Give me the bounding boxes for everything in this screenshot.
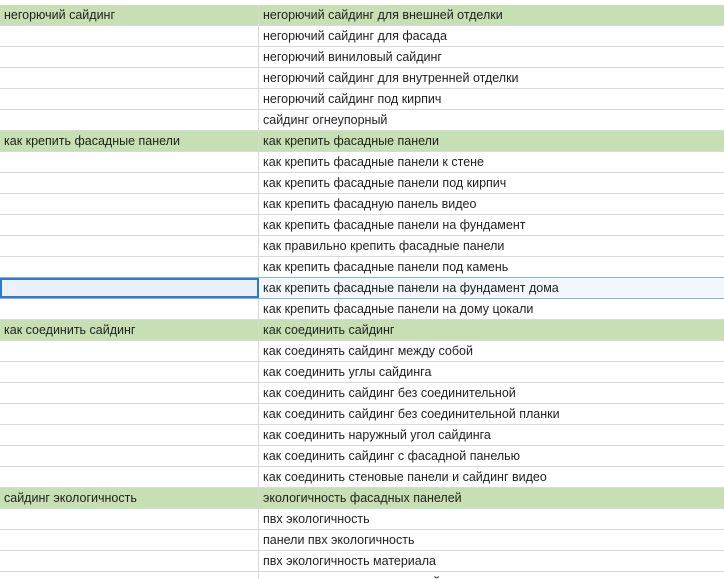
table-row: пвх экологичность	[0, 509, 724, 530]
cell-column-a[interactable]	[0, 257, 259, 277]
table-row: как крепить фасадные панели на фундамент…	[0, 278, 724, 299]
cell-column-a[interactable]	[0, 467, 259, 487]
cell-column-a[interactable]	[0, 362, 259, 382]
cell-column-a[interactable]: как соединить сайдинг	[0, 320, 259, 340]
table-row: как соединить сайдинг без соединительной…	[0, 404, 724, 425]
table-row: как соединить сайдинг без соединительной	[0, 383, 724, 404]
cell-column-a[interactable]	[0, 404, 259, 424]
table-row: как соединить сайдинг с фасадной панелью	[0, 446, 724, 467]
cell-column-a[interactable]	[0, 110, 259, 130]
cell-column-b[interactable]: как соединить стеновые панели и сайдинг …	[259, 467, 724, 487]
table-row: как соединять сайдинг между собой	[0, 341, 724, 362]
cell-column-b[interactable]: негорючий сайдинг для фасада	[259, 26, 724, 46]
table-row: как крепить фасадные панели под камень	[0, 257, 724, 278]
cell-column-b[interactable]: как крепить фасадную панель видео	[259, 194, 724, 214]
spreadsheet-grid[interactable]: негорючий сайдинг негорючий сайдинг для в…	[0, 0, 724, 579]
table-row: негорючий сайдинг для фасада	[0, 26, 724, 47]
cell-column-b[interactable]: как крепить фасадные панели на фундамент…	[259, 278, 724, 298]
cell-column-a[interactable]	[0, 194, 259, 214]
cell-column-b[interactable]: как соединять сайдинг между собой	[259, 341, 724, 361]
cell-column-a[interactable]	[0, 299, 259, 319]
table-row: как крепить фасадные панели на фундамент	[0, 215, 724, 236]
cell-column-a[interactable]	[0, 425, 259, 445]
table-row: как соединить углы сайдинга	[0, 362, 724, 383]
cell-column-a[interactable]	[0, 509, 259, 529]
cell-column-a[interactable]	[0, 215, 259, 235]
cell-column-b[interactable]: пвх экологичность материала	[259, 551, 724, 571]
table-row: панели пвх экологичность	[0, 530, 724, 551]
cell-column-b[interactable]: как крепить фасадные панели	[259, 131, 724, 151]
cell-column-a[interactable]	[0, 551, 259, 571]
cell-column-b[interactable]: как соединить наружный угол сайдинга	[259, 425, 724, 445]
cell-column-a[interactable]	[0, 89, 259, 109]
cell-column-b[interactable]: как соединить сайдинг без соединительной…	[259, 404, 724, 424]
table-row: как соединить стеновые панели и сайдинг …	[0, 467, 724, 488]
cell-column-b[interactable]: как соединить сайдинг без соединительной	[259, 383, 724, 403]
cell-column-a[interactable]: сайдинг экологичность	[0, 488, 259, 508]
table-row: негорючий виниловый сайдинг	[0, 47, 724, 68]
cell-column-b[interactable]: как крепить фасадные панели на фундамент	[259, 215, 724, 235]
cell-column-b[interactable]: как крепить фасадные панели на дому цока…	[259, 299, 724, 319]
cell-column-a[interactable]	[0, 236, 259, 256]
table-row: как крепить фасадные панели под кирпич	[0, 173, 724, 194]
cell-column-a[interactable]	[0, 47, 259, 67]
cell-column-b[interactable]: как крепить фасадные панели под камень	[259, 257, 724, 277]
cell-column-b[interactable]: экологичность фасадных панелей	[259, 488, 724, 508]
selected-cell-column-a[interactable]	[0, 278, 259, 298]
group-header-row: сайдинг экологичность экологичность фасад…	[0, 488, 724, 509]
group-header-row: как соединить сайдинг как соединить сайди…	[0, 320, 724, 341]
cell-column-b[interactable]: как правильно крепить фасадные панели	[259, 236, 724, 256]
table-row: сайдинг огнеупорный	[0, 110, 724, 131]
table-row: как правильно крепить фасадные панели	[0, 236, 724, 257]
cell-column-b[interactable]: негорючий сайдинг под кирпич	[259, 89, 724, 109]
cell-column-b[interactable]: как соединить углы сайдинга	[259, 362, 724, 382]
cell-column-b[interactable]: негорючий виниловый сайдинг	[259, 47, 724, 67]
table-row: как крепить фасадные панели к стене	[0, 152, 724, 173]
cell-column-a[interactable]: как крепить фасадные панели	[0, 131, 259, 151]
cell-column-a[interactable]	[0, 341, 259, 361]
table-row: как крепить фасадные панели на дому цока…	[0, 299, 724, 320]
cell-column-b[interactable]: как соединить сайдинг	[259, 320, 724, 340]
cell-column-a[interactable]	[0, 383, 259, 403]
cell-column-a[interactable]	[0, 68, 259, 88]
group-header-row: негорючий сайдинг негорючий сайдинг для в…	[0, 5, 724, 26]
table-row: пвх экологичность материала	[0, 551, 724, 572]
table-row: негорючий сайдинг под кирпич	[0, 89, 724, 110]
table-row: экологичность винилового сайдинга	[0, 572, 724, 579]
cell-column-a[interactable]	[0, 572, 259, 579]
cell-column-b[interactable]: как крепить фасадные панели под кирпич	[259, 173, 724, 193]
cell-column-b[interactable]: негорючий сайдинг для внешней отделки	[259, 5, 724, 25]
cell-column-b[interactable]: экологичность винилового сайдинга	[259, 572, 724, 579]
cell-column-a[interactable]	[0, 152, 259, 172]
cell-column-b[interactable]: как крепить фасадные панели к стене	[259, 152, 724, 172]
table-row: как соединить наружный угол сайдинга	[0, 425, 724, 446]
cell-column-b[interactable]: пвх экологичность	[259, 509, 724, 529]
cell-column-a[interactable]	[0, 26, 259, 46]
cell-column-a[interactable]	[0, 173, 259, 193]
cell-column-a[interactable]	[0, 446, 259, 466]
table-row: как крепить фасадную панель видео	[0, 194, 724, 215]
table-row: негорючий сайдинг для внутренней отделки	[0, 68, 724, 89]
cell-column-b[interactable]: как соединить сайдинг с фасадной панелью	[259, 446, 724, 466]
cell-column-a[interactable]: негорючий сайдинг	[0, 5, 259, 25]
cell-column-b[interactable]: негорючий сайдинг для внутренней отделки	[259, 68, 724, 88]
cell-column-b[interactable]: панели пвх экологичность	[259, 530, 724, 550]
group-header-row: как крепить фасадные панели как крепить ф…	[0, 131, 724, 152]
cell-column-a[interactable]	[0, 530, 259, 550]
cell-column-b[interactable]: сайдинг огнеупорный	[259, 110, 724, 130]
